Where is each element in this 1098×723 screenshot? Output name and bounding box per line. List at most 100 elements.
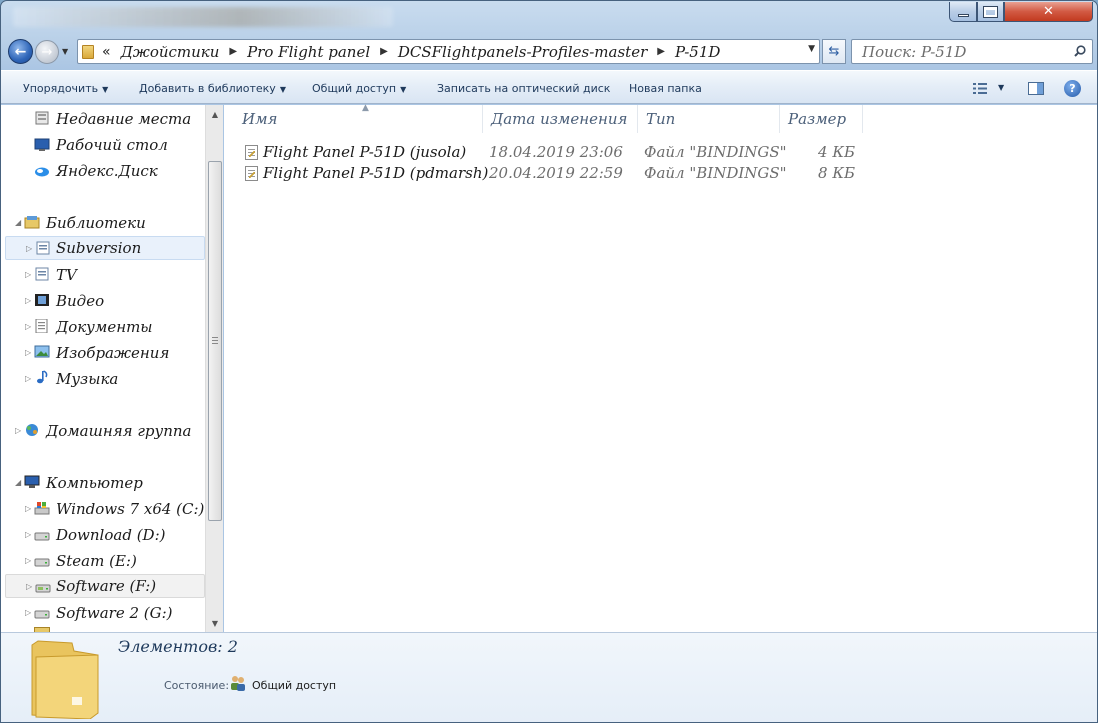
close-icon: ✕ <box>1043 4 1054 19</box>
breadcrumb-item[interactable]: P-51D <box>675 43 720 61</box>
view-dropdown-icon[interactable]: ▼ <box>998 83 1004 92</box>
column-header-date[interactable]: Дата изменения <box>483 105 638 133</box>
column-header-name[interactable]: ▲ Имя <box>234 103 483 133</box>
back-arrow-icon: ← <box>14 43 27 60</box>
breadcrumb-item[interactable]: DCSFlightpanels-Profiles-master <box>398 43 647 61</box>
nav-item-drive-d[interactable]: ▷ Download (D:) <box>1 523 205 547</box>
library-icon <box>35 267 49 281</box>
refresh-icon: ⇆ <box>828 44 840 59</box>
nav-item-pictures[interactable]: ▷ Изображения <box>1 341 205 365</box>
share-button[interactable]: Общий доступ ▼ <box>312 82 406 95</box>
expand-arrow-icon[interactable]: ▷ <box>25 348 31 357</box>
nav-item-drive-g[interactable]: ▷ Software 2 (G:) <box>1 601 205 625</box>
sort-ascending-icon: ▲ <box>362 103 369 113</box>
close-button[interactable]: ✕ <box>1004 2 1093 22</box>
scroll-up-icon[interactable]: ▲ <box>207 106 223 122</box>
nav-item-documents[interactable]: ▷ Документы <box>1 315 205 339</box>
explorer-window: ✕ ← → ▼ « Джойстики ▶ Pro Flight panel ▶… <box>0 0 1098 723</box>
forward-arrow-icon: → <box>41 44 53 60</box>
bindings-file-icon <box>245 145 258 160</box>
bindings-file-icon <box>245 166 258 181</box>
shared-users-icon <box>231 676 245 691</box>
expand-arrow-icon[interactable]: ▷ <box>25 504 31 513</box>
video-icon <box>35 294 49 306</box>
nav-item-libraries[interactable]: ◢ Библиотеки <box>1 211 205 235</box>
nav-item-label: Библиотеки <box>46 214 146 232</box>
state-value: Общий доступ <box>252 679 337 692</box>
expand-arrow-icon[interactable]: ▷ <box>26 582 32 591</box>
nav-item-drive-e[interactable]: ▷ Steam (E:) <box>1 549 205 573</box>
command-bar: Упорядочить ▼ Добавить в библиотеку ▼ Общи… <box>1 70 1097 104</box>
chevron-down-icon: ▼ <box>400 85 407 94</box>
expand-arrow-icon[interactable]: ▷ <box>25 556 31 565</box>
title-bar: ✕ <box>1 1 1097 35</box>
new-folder-button[interactable]: Новая папка <box>629 82 702 95</box>
nav-item-music[interactable]: ▷ Музыка <box>1 367 205 391</box>
nav-item-yandex-disk[interactable]: Яндекс.Диск <box>1 159 205 183</box>
breadcrumb-item[interactable]: Джойстики <box>121 43 220 61</box>
file-date: 18.04.2019 23:06 <box>489 143 623 161</box>
nav-item-label: Рабочий стол <box>56 136 168 154</box>
nav-item-label: Домашняя группа <box>46 422 192 440</box>
scroll-down-icon[interactable]: ▼ <box>207 615 223 631</box>
nav-pane-scrollbar[interactable]: ▲ ▼ <box>205 105 223 632</box>
nav-item-label: Windows 7 x64 (C:) <box>56 500 205 518</box>
column-header-type[interactable]: Тип <box>638 105 780 133</box>
desktop-icon <box>34 138 50 151</box>
search-icon[interactable] <box>1074 45 1086 57</box>
library-icon <box>36 241 50 255</box>
expand-arrow-icon[interactable]: ▷ <box>26 244 32 253</box>
nav-item-tv[interactable]: ▷ TV <box>1 263 205 287</box>
address-history-dropdown[interactable]: ▼ <box>808 44 815 54</box>
music-icon <box>37 370 48 384</box>
column-header-size[interactable]: Размер <box>780 105 863 133</box>
breadcrumb-separator-icon[interactable]: ▶ <box>229 46 237 57</box>
expand-arrow-icon[interactable]: ▷ <box>15 426 21 435</box>
nav-item-drive-c[interactable]: ▷ Windows 7 x64 (C:) <box>1 497 205 521</box>
nav-item-recent-places[interactable]: Недавние места <box>1 107 205 131</box>
minimize-button[interactable] <box>949 2 977 22</box>
nav-item-drive-f[interactable]: ▷ Software (F:) <box>5 574 205 598</box>
recent-pages-dropdown[interactable]: ▼ <box>62 47 68 56</box>
yandex-disk-icon <box>35 167 49 177</box>
breadcrumb-overflow[interactable]: « <box>102 44 111 60</box>
help-icon[interactable]: ? <box>1064 80 1081 97</box>
nav-item-video[interactable]: ▷ Видео <box>1 289 205 313</box>
drive-icon <box>35 584 51 593</box>
search-input[interactable]: Поиск: P-51D <box>851 39 1093 64</box>
expand-arrow-icon[interactable]: ▷ <box>25 608 31 617</box>
column-header-label: Дата изменения <box>491 110 628 128</box>
navigation-pane: Недавние места Рабочий стол Яндекс.Диск … <box>1 105 223 632</box>
collapse-arrow-icon[interactable]: ◢ <box>15 218 21 227</box>
expand-arrow-icon[interactable]: ▷ <box>25 530 31 539</box>
nav-item-computer[interactable]: ◢ Компьютер <box>1 471 205 495</box>
expand-arrow-icon[interactable]: ▷ <box>25 322 31 331</box>
scrollbar-thumb[interactable] <box>208 161 222 521</box>
maximize-button[interactable] <box>977 2 1004 22</box>
expand-arrow-icon[interactable]: ▷ <box>25 296 31 305</box>
collapse-arrow-icon[interactable]: ◢ <box>15 478 21 487</box>
add-to-library-label: Добавить в библиотеку <box>139 82 276 95</box>
breadcrumb-separator-icon[interactable]: ▶ <box>380 46 388 57</box>
nav-item-homegroup[interactable]: ▷ Домашняя группа <box>1 419 205 443</box>
nav-item-subversion[interactable]: ▷ Subversion <box>5 236 205 260</box>
homegroup-icon <box>26 424 38 436</box>
view-options-icon[interactable] <box>973 83 987 94</box>
refresh-button[interactable]: ⇆ <box>822 39 846 64</box>
burn-button[interactable]: Записать на оптический диск <box>437 82 610 95</box>
documents-icon <box>35 319 48 333</box>
nav-item-desktop[interactable]: Рабочий стол <box>1 133 205 157</box>
expand-arrow-icon[interactable]: ▷ <box>25 374 31 383</box>
back-button[interactable]: ← <box>8 39 33 64</box>
address-bar[interactable]: « Джойстики ▶ Pro Flight panel ▶ DCSFlig… <box>77 39 820 64</box>
organize-button[interactable]: Упорядочить ▼ <box>23 82 108 95</box>
preview-pane-icon[interactable] <box>1028 82 1044 95</box>
navigation-bar: ← → ▼ « Джойстики ▶ Pro Flight panel ▶ D… <box>1 35 1097 69</box>
forward-button[interactable]: → <box>35 40 59 64</box>
drive-icon <box>34 532 50 541</box>
add-to-library-button[interactable]: Добавить в библиотеку ▼ <box>139 82 286 95</box>
breadcrumb-item[interactable]: Pro Flight panel <box>247 43 370 61</box>
nav-item-label: Software (F:) <box>56 577 157 595</box>
expand-arrow-icon[interactable]: ▷ <box>25 270 31 279</box>
breadcrumb-separator-icon[interactable]: ▶ <box>657 46 665 57</box>
